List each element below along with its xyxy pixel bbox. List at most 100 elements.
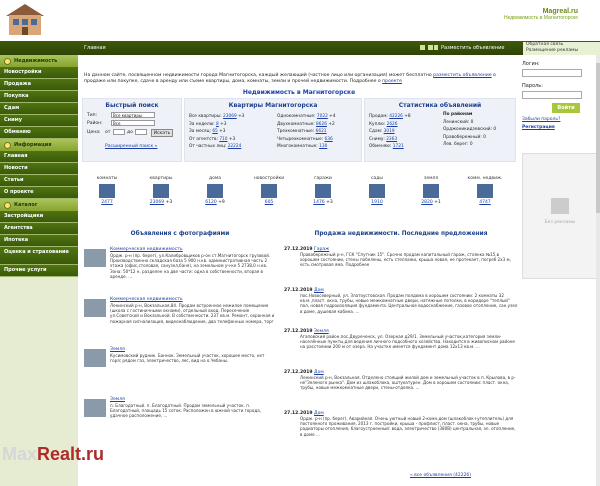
password-input[interactable] xyxy=(522,91,582,99)
category-icon[interactable] xyxy=(153,184,169,198)
search-button[interactable]: Искать xyxy=(151,129,173,137)
sidebar-item[interactable]: Новостройки xyxy=(0,67,78,79)
sidebar-item[interactable]: Сдам xyxy=(0,103,78,115)
stat-count-link[interactable]: 130 xyxy=(319,144,327,149)
category-icon[interactable] xyxy=(261,184,277,198)
stat-count-link[interactable]: 7022 xyxy=(317,114,328,119)
sidebar-item[interactable]: Покупка xyxy=(0,91,78,103)
scrollbar[interactable] xyxy=(596,55,600,486)
register-link[interactable]: Регистрация xyxy=(522,125,555,130)
category-count-link[interactable]: 605 xyxy=(265,200,274,205)
post-ad-link[interactable]: Разместить объявление xyxy=(441,45,504,51)
photo-thumbnail[interactable] xyxy=(84,349,106,367)
sidebar-item[interactable]: Сниму xyxy=(0,115,78,127)
all-ads-link[interactable]: « все объявления (42226) xyxy=(410,473,471,478)
sidebar-item-insurance[interactable]: Оценка и страхование xyxy=(0,247,78,265)
category-delta[interactable]: +3 xyxy=(325,200,333,205)
sidebar-item[interactable]: Новости xyxy=(0,163,78,175)
category-delta[interactable]: +1 xyxy=(433,200,441,205)
sidebar-item[interactable]: О проекте xyxy=(0,187,78,199)
category-count-link[interactable]: 1476 xyxy=(313,200,324,205)
category-count-link[interactable]: 4747 xyxy=(479,200,490,205)
stat-delta[interactable]: +4 xyxy=(328,114,335,119)
category-item[interactable]: дома 6120 +9 xyxy=(194,176,236,205)
category-icon[interactable] xyxy=(369,184,385,198)
category-item[interactable]: комнаты 2477 xyxy=(86,176,128,205)
scrollbar-thumb[interactable] xyxy=(596,63,600,213)
category-icon[interactable] xyxy=(423,184,439,198)
mail-icon[interactable] xyxy=(428,45,433,50)
sidebar-item[interactable]: Статьи xyxy=(0,175,78,187)
sidebar-item[interactable]: Продажа xyxy=(0,79,78,91)
category-item[interactable]: сады 1910 xyxy=(356,176,398,205)
stat-count-link[interactable]: 22224 xyxy=(228,144,242,149)
category-count-link[interactable]: 1910 xyxy=(371,200,382,205)
plus-icon[interactable] xyxy=(434,45,438,50)
stat-count-link[interactable]: 636 xyxy=(324,137,332,142)
category-icon[interactable] xyxy=(315,184,331,198)
category-icon[interactable] xyxy=(477,184,493,198)
photo-ad-title-link[interactable]: Коммерческая недвижимость xyxy=(110,247,183,252)
category-count-link[interactable]: 6120 xyxy=(205,200,216,205)
advanced-search-link[interactable]: Расширенный поиск » xyxy=(105,144,157,149)
stat-count-link[interactable]: 42226 xyxy=(389,114,403,119)
stat-count-link[interactable]: 3019 xyxy=(384,129,395,134)
category-count-link[interactable]: 2820 xyxy=(421,200,432,205)
stat-delta[interactable]: +3 xyxy=(218,129,225,134)
district-select[interactable]: Все xyxy=(111,120,155,126)
price-to-input[interactable] xyxy=(135,129,147,135)
sidebar-item[interactable]: Ипотека xyxy=(0,235,78,247)
bullet-icon xyxy=(4,142,11,149)
stat-count-link[interactable]: 6621 xyxy=(316,129,327,134)
stat-count-link[interactable]: 23069 xyxy=(223,114,237,119)
sidebar-item[interactable]: Обменяю xyxy=(0,127,78,139)
sidebar-item-other[interactable]: Прочие услуги xyxy=(0,265,78,277)
stat-delta[interactable]: +3 xyxy=(237,114,244,119)
post-ad-inline-link[interactable]: разместить объявление xyxy=(433,73,491,78)
type-select[interactable]: Все квартиры xyxy=(111,112,155,118)
sidebar-section-info: Информация xyxy=(0,139,78,151)
stat-count-link[interactable]: 8626 xyxy=(316,122,327,127)
stat-delta[interactable]: +8 xyxy=(403,114,410,119)
category-count-link[interactable]: 23069 xyxy=(150,200,164,205)
advertising-link[interactable]: Размещение рекламы xyxy=(526,48,600,54)
category-item[interactable]: квартиры 23069 +3 xyxy=(140,176,182,205)
sale-description: Ордж. р-н (пр. берег). Аварийная. Очень … xyxy=(300,416,516,437)
site-title[interactable]: Magreal.ru Недвижимость в Магнитогорске xyxy=(488,8,578,21)
stat-count-link[interactable]: 2626 xyxy=(387,122,398,127)
photo-ad-item: Земля Кусимовский рудник. Баннок. Земельн… xyxy=(82,347,278,393)
photo-thumbnail[interactable] xyxy=(84,299,106,317)
category-icon[interactable] xyxy=(207,184,223,198)
photo-ad-title-link[interactable]: Коммерческая недвижимость xyxy=(110,297,183,302)
about-project-link[interactable]: проекте xyxy=(382,79,402,84)
category-item[interactable]: земля 2820 +1 xyxy=(410,176,452,205)
photo-thumbnail[interactable] xyxy=(84,249,106,267)
category-delta[interactable]: +3 xyxy=(164,200,173,205)
sidebar-item[interactable]: Агентства xyxy=(0,223,78,235)
category-item[interactable]: новостройки 605 xyxy=(248,176,290,205)
login-input[interactable] xyxy=(522,69,582,77)
category-icon[interactable] xyxy=(99,184,115,198)
stat-label: Куплю: xyxy=(369,121,387,127)
photo-thumbnail[interactable] xyxy=(84,399,106,417)
stat-delta[interactable]: +2 xyxy=(327,122,334,127)
sidebar-item[interactable]: Главная xyxy=(0,151,78,163)
sidebar-item[interactable]: Застройщики xyxy=(0,211,78,223)
login-button[interactable]: Войти xyxy=(552,103,580,113)
price-from-input[interactable] xyxy=(113,129,125,135)
nav-home-link[interactable]: Главная xyxy=(84,45,106,51)
category-item[interactable]: гаражи 1476 +3 xyxy=(302,176,344,205)
stat-count-link[interactable]: 1721 xyxy=(393,144,404,149)
photo-ad-title-link[interactable]: Земля xyxy=(110,397,125,402)
home-icon[interactable] xyxy=(420,45,425,50)
category-delta[interactable]: +9 xyxy=(217,200,225,205)
stat-delta[interactable]: +3 xyxy=(219,122,226,127)
stat-delta[interactable]: +3 xyxy=(228,137,235,142)
category-item[interactable]: комм. недвиж. 4747 xyxy=(464,176,506,205)
stat-count-link[interactable]: 2363 xyxy=(386,137,397,142)
stat-count-link[interactable]: 710 xyxy=(219,137,227,142)
photo-ad-title-link[interactable]: Земля xyxy=(110,347,125,352)
forgot-password-link[interactable]: Забыли пароль? xyxy=(522,117,560,122)
category-count-link[interactable]: 2477 xyxy=(101,200,112,205)
site-logo[interactable]: Magreal.ru xyxy=(488,8,578,15)
